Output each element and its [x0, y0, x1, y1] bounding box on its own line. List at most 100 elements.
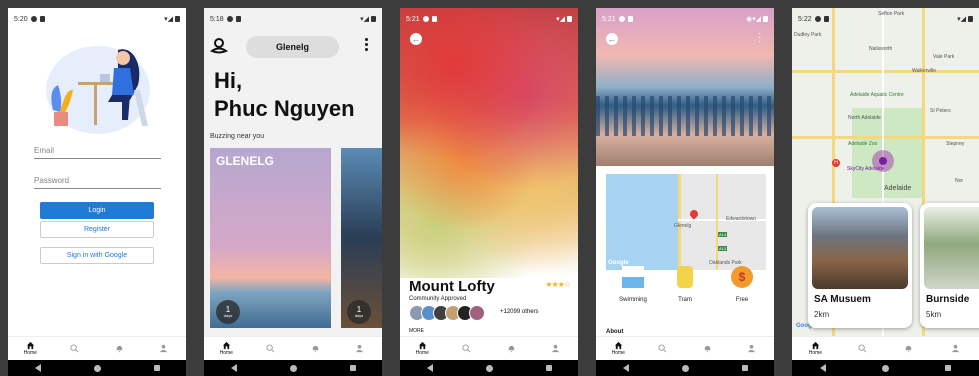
home-circle-icon[interactable]	[289, 364, 297, 372]
map-label: Stepney	[946, 141, 965, 147]
amenities-screen: 5:21 ◉▾◢ ← · · · Edwardstown Glenelg Oakla…	[596, 8, 774, 376]
more-options-icon[interactable]: · · ·	[758, 29, 761, 47]
sim-icon	[823, 16, 829, 22]
nav-home-label: Home	[219, 350, 233, 356]
road-shield: A13	[718, 246, 728, 251]
back-icon[interactable]	[622, 364, 629, 372]
beach-icon	[622, 266, 644, 288]
map-label-glenelg: Glenelg	[674, 223, 692, 229]
more-link[interactable]: MORE	[409, 328, 424, 334]
map-label: Adelaide	[884, 185, 912, 192]
avatar-group	[409, 305, 485, 321]
home-icon	[222, 341, 230, 350]
place-card-burnside[interactable]: Burnside 5km	[920, 203, 979, 328]
home-circle-icon[interactable]	[485, 364, 493, 372]
recents-icon[interactable]	[741, 365, 748, 371]
login-illustration	[46, 46, 150, 134]
nav-home[interactable]: Home	[211, 341, 241, 356]
recents-icon[interactable]	[945, 365, 951, 371]
nav-notifications[interactable]	[894, 344, 924, 353]
bottom-nav: Home	[792, 336, 979, 360]
notification-icon	[30, 16, 37, 22]
hero-image	[596, 8, 774, 166]
about-heading: About	[606, 329, 624, 335]
selected-location-marker[interactable]	[872, 150, 894, 172]
detail-screen: 5:21 ▾◢ ← Mount Lofty ★★★☆ Community App…	[400, 8, 578, 376]
nav-search[interactable]	[60, 344, 90, 353]
nav-home[interactable]: Home	[800, 341, 830, 356]
home-icon	[26, 341, 34, 350]
nav-home[interactable]: Home	[15, 341, 45, 356]
status-bar: 5:21 ▾◢	[400, 8, 578, 30]
home-circle-icon[interactable]	[681, 364, 689, 372]
place-card-sa-museum[interactable]: SA Musuem 2km	[808, 203, 912, 328]
nav-search[interactable]	[452, 344, 482, 353]
nav-profile[interactable]	[941, 344, 971, 353]
hero-image	[400, 8, 578, 278]
more-options-icon[interactable]	[365, 38, 369, 51]
nav-notifications[interactable]	[104, 344, 134, 353]
signal-battery-icons: ◉▾◢	[746, 15, 768, 23]
location-pin-icon[interactable]	[210, 36, 228, 54]
bell-icon	[312, 345, 318, 353]
place-distance: 2km	[814, 310, 830, 319]
nav-profile[interactable]	[149, 344, 179, 353]
bell-icon	[906, 345, 912, 353]
road	[792, 70, 979, 73]
nav-search[interactable]	[256, 344, 286, 353]
map-view[interactable]: Edwardstown Glenelg Oaklands Park Google…	[606, 174, 766, 270]
home-circle-icon[interactable]	[93, 364, 101, 372]
back-icon[interactable]	[426, 364, 433, 372]
signal-battery-icons: ▾◢	[360, 15, 376, 23]
login-button[interactable]: Login	[40, 202, 154, 219]
google-signin-button[interactable]: Sign in with Google	[40, 247, 154, 264]
nav-home[interactable]: Home	[603, 341, 633, 356]
nav-home[interactable]: Home	[407, 341, 437, 356]
notification-icon	[618, 16, 625, 22]
nav-notifications[interactable]	[692, 344, 722, 353]
location-selector[interactable]: Glenelg	[246, 36, 339, 58]
place-card-glenelg[interactable]: GLENELG 1 days	[210, 148, 331, 328]
recents-icon[interactable]	[349, 365, 356, 371]
search-icon	[462, 344, 471, 353]
person-icon	[552, 344, 560, 353]
back-icon[interactable]	[34, 364, 41, 372]
recents-icon[interactable]	[545, 365, 552, 371]
email-field[interactable]: Email	[34, 146, 161, 159]
nav-search[interactable]	[648, 344, 678, 353]
map-screen: Sefton Park Dudley Park Nailsworth Vale …	[792, 8, 979, 376]
place-card-2[interactable]: 1 days	[341, 148, 382, 328]
amenity-label: Swimming	[619, 297, 647, 303]
nav-profile[interactable]	[345, 344, 375, 353]
nav-search[interactable]	[847, 344, 877, 353]
days-label: days	[223, 313, 233, 318]
map-label: St Peters	[930, 108, 951, 114]
hospital-marker-icon: H	[832, 159, 840, 167]
back-icon[interactable]	[820, 364, 826, 372]
nav-profile[interactable]	[541, 344, 571, 353]
recents-icon[interactable]	[153, 365, 160, 371]
nav-notifications[interactable]	[300, 344, 330, 353]
person-icon	[160, 344, 168, 353]
notification-icon	[814, 16, 821, 22]
rating-stars: ★★★☆	[545, 280, 571, 289]
nav-home-label: Home	[808, 350, 823, 356]
back-icon[interactable]	[230, 364, 237, 372]
password-field[interactable]: Password	[34, 176, 161, 189]
signal-battery-icons: ▾◢	[957, 15, 973, 23]
map-label: Vale Park	[933, 54, 955, 60]
days-label: days	[354, 313, 364, 318]
road-shield: A14	[718, 232, 728, 237]
nav-profile[interactable]	[737, 344, 767, 353]
register-button[interactable]: Register	[40, 221, 154, 238]
nav-notifications[interactable]	[496, 344, 526, 353]
back-arrow-icon[interactable]: ←	[410, 33, 422, 45]
section-label: Buzzing near you	[210, 133, 265, 140]
back-arrow-icon[interactable]: ←	[606, 33, 618, 45]
place-photo	[812, 207, 908, 289]
home-circle-icon[interactable]	[882, 364, 889, 372]
nav-home-label: Home	[611, 350, 625, 356]
system-nav-bar	[204, 360, 382, 376]
signal-battery-icons: ▾◢	[164, 15, 180, 23]
avatar	[469, 305, 485, 321]
